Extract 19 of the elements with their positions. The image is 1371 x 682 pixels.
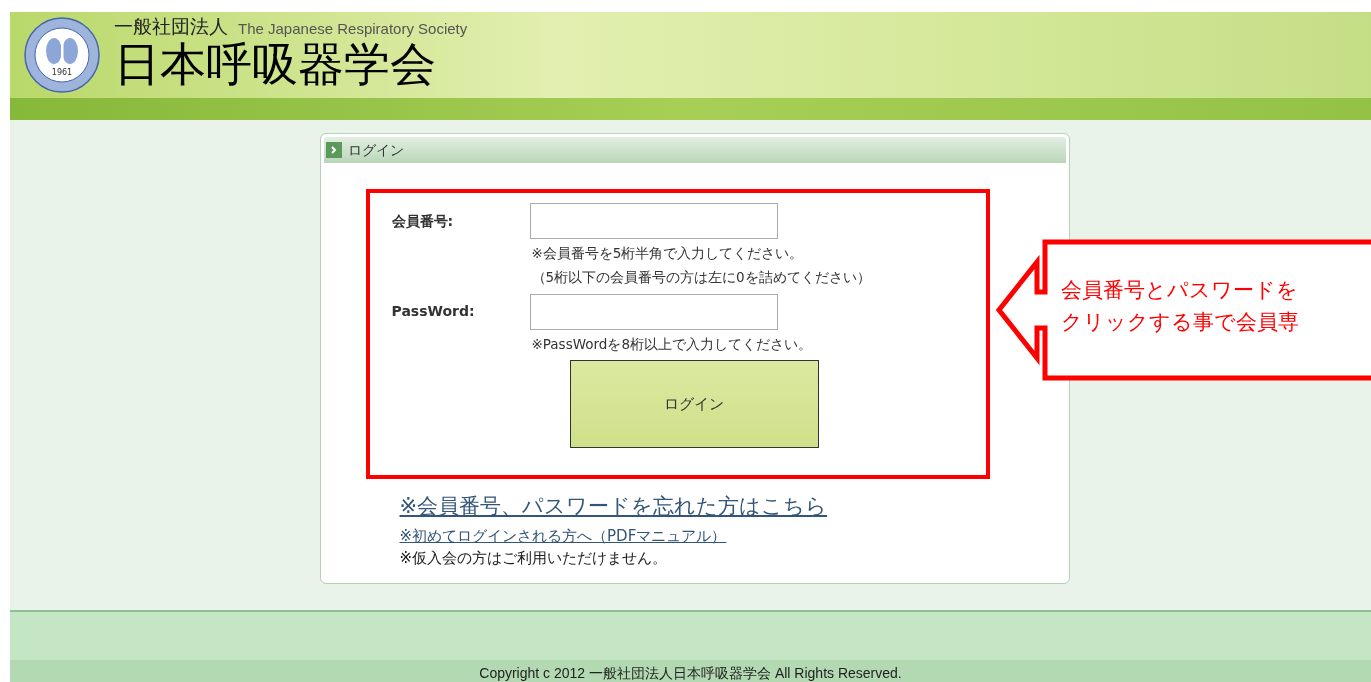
field-label: 会員番号: xyxy=(391,211,455,231)
callout-text: 会員番号とパスワードを xyxy=(1061,277,1299,304)
org-type: 一般社団法人 xyxy=(114,16,228,36)
org-name: 日本呼吸器学会 xyxy=(114,36,436,93)
field-hint: ※会員番号を5桁半角で入力してください。 xyxy=(531,244,805,263)
text-field[interactable] xyxy=(529,203,778,239)
org-name-english: The Japanese Respiratory Society xyxy=(238,20,468,36)
manual-link[interactable]: ※初めてログインされる方へ（PDFマニュアル） xyxy=(399,524,1066,547)
provisional-member-note: ※仮入会の方はご利用いただけません。 xyxy=(399,548,669,569)
callout-text: クリックする事で会員専 xyxy=(1061,309,1299,336)
field-hint: （5桁以下の会員番号の方は左に0を詰めてください） xyxy=(531,268,872,288)
forgot-password-link[interactable]: ※会員番号、パスワードを忘れた方はこちら xyxy=(399,491,1066,523)
copyright-text: Copyright c 2012 一般社団法人日本呼吸器学会 All Rights Reserved. xyxy=(479,664,902,682)
society-emblem: 1961 xyxy=(24,17,100,93)
login-button[interactable]: ログイン xyxy=(569,359,819,448)
text-field[interactable] xyxy=(529,293,778,330)
field-hint: ※PassWordを8桁以上で入力してください。 xyxy=(531,334,813,354)
panel-title: ログイン xyxy=(347,140,404,160)
field-label: PassWord: xyxy=(391,302,476,321)
